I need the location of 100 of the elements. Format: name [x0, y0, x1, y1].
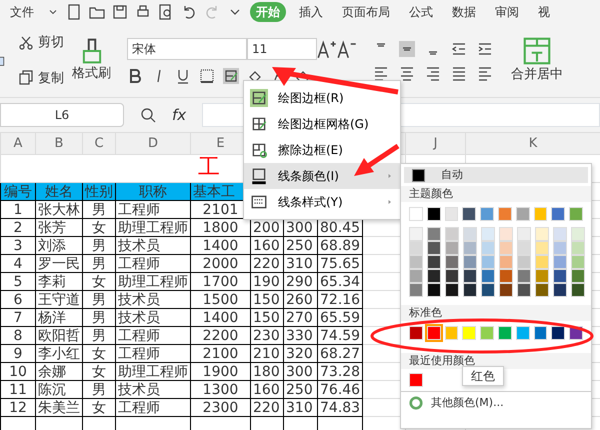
color-swatch[interactable]: [553, 227, 567, 241]
color-swatch[interactable]: [480, 326, 494, 340]
color-swatch[interactable]: [463, 269, 477, 283]
color-swatch[interactable]: [409, 255, 423, 269]
color-swatch[interactable]: [569, 207, 583, 221]
font-grow-icon[interactable]: [317, 38, 337, 58]
column-header[interactable]: J: [406, 132, 466, 154]
color-swatch[interactable]: [445, 283, 459, 297]
fx-button[interactable]: fx: [172, 104, 186, 126]
color-swatch[interactable]: [444, 207, 458, 221]
color-swatch[interactable]: [535, 241, 549, 255]
color-swatch[interactable]: [445, 255, 459, 269]
color-swatch[interactable]: [553, 283, 567, 297]
color-swatch[interactable]: [517, 255, 531, 269]
name-box[interactable]: L6: [0, 103, 124, 127]
color-swatch[interactable]: [571, 269, 585, 283]
color-swatch[interactable]: [498, 207, 512, 221]
color-swatch[interactable]: [409, 373, 423, 387]
color-swatch[interactable]: [409, 227, 423, 241]
color-swatch[interactable]: [427, 269, 441, 283]
color-swatch[interactable]: [517, 269, 531, 283]
color-swatch[interactable]: [409, 241, 423, 255]
color-swatch[interactable]: [499, 241, 513, 255]
border-icon[interactable]: [199, 68, 215, 84]
color-swatch[interactable]: [462, 207, 476, 221]
color-swatch[interactable]: [535, 283, 549, 297]
color-swatch[interactable]: [427, 241, 441, 255]
decrease-indent-icon[interactable]: [451, 40, 467, 56]
color-swatch[interactable]: [534, 326, 548, 340]
color-swatch[interactable]: [571, 255, 585, 269]
color-swatch[interactable]: [553, 241, 567, 255]
ribbon-tab[interactable]: 数据: [446, 2, 482, 22]
color-swatch[interactable]: [481, 241, 495, 255]
ribbon-tab[interactable]: 审阅: [489, 2, 525, 22]
color-swatch[interactable]: [480, 207, 494, 221]
color-swatch[interactable]: [517, 227, 531, 241]
font-shrink-icon[interactable]: [337, 38, 357, 58]
color-swatch[interactable]: [481, 227, 495, 241]
color-swatch[interactable]: [445, 227, 459, 241]
color-swatch[interactable]: [463, 241, 477, 255]
color-swatch[interactable]: [481, 283, 495, 297]
column-header[interactable]: K: [466, 132, 600, 154]
color-swatch[interactable]: [462, 326, 476, 340]
color-swatch[interactable]: [445, 269, 459, 283]
column-header[interactable]: D: [116, 132, 190, 154]
new-file-icon[interactable]: [66, 4, 82, 20]
color-swatch[interactable]: [516, 207, 530, 221]
color-swatch[interactable]: [427, 283, 441, 297]
color-swatch[interactable]: [409, 283, 423, 297]
align-center-icon[interactable]: [399, 64, 415, 80]
color-swatch[interactable]: [427, 227, 441, 241]
justify-icon[interactable]: [451, 64, 467, 80]
color-swatch[interactable]: [551, 326, 566, 340]
ribbon-tab[interactable]: 公式: [403, 2, 439, 22]
ribbon-tab[interactable]: 视: [532, 2, 556, 22]
distribute-icon[interactable]: [477, 64, 493, 80]
color-swatch[interactable]: [427, 255, 441, 269]
format-painter-button[interactable]: 格式刷: [72, 64, 111, 84]
color-swatch[interactable]: [409, 269, 423, 283]
color-swatch[interactable]: [463, 227, 477, 241]
merge-center-button[interactable]: 合并居中: [511, 64, 563, 84]
color-swatch[interactable]: [409, 207, 423, 221]
auto-color-option[interactable]: 自动: [404, 167, 588, 183]
color-swatch[interactable]: [571, 227, 585, 241]
increase-indent-icon[interactable]: [477, 40, 493, 56]
color-swatch[interactable]: [444, 326, 458, 340]
align-middle-icon[interactable]: [399, 40, 415, 56]
cut-button[interactable]: 剪切: [38, 33, 64, 52]
align-right-icon[interactable]: [425, 64, 441, 80]
zoom-icon[interactable]: [140, 107, 156, 123]
column-header[interactable]: A: [0, 132, 36, 154]
merge-cells-icon[interactable]: [523, 36, 551, 65]
color-swatch[interactable]: [498, 326, 512, 340]
color-swatch[interactable]: [553, 269, 567, 283]
color-swatch[interactable]: [551, 207, 566, 221]
color-swatch[interactable]: [445, 241, 459, 255]
color-swatch[interactable]: [553, 255, 567, 269]
color-swatch[interactable]: [426, 326, 441, 340]
color-swatch[interactable]: [571, 283, 585, 297]
ribbon-tab[interactable]: 插入: [293, 2, 329, 22]
color-swatch[interactable]: [499, 269, 513, 283]
color-swatch[interactable]: [535, 269, 549, 283]
color-swatch[interactable]: [517, 241, 531, 255]
color-swatch[interactable]: [426, 207, 441, 221]
color-swatch[interactable]: [534, 207, 548, 221]
color-swatch[interactable]: [463, 283, 477, 297]
color-swatch[interactable]: [499, 227, 513, 241]
menu-item[interactable]: 绘图边框(R): [244, 85, 400, 111]
color-swatch[interactable]: [499, 255, 513, 269]
ribbon-tab[interactable]: 页面布局: [336, 2, 396, 22]
more-colors-option[interactable]: 其他颜色(M)...: [431, 395, 504, 412]
color-swatch[interactable]: [499, 283, 513, 297]
color-swatch[interactable]: [517, 283, 531, 297]
underline-icon[interactable]: [175, 68, 191, 84]
color-swatch[interactable]: [481, 269, 495, 283]
bold-icon[interactable]: [127, 68, 143, 84]
color-swatch[interactable]: [481, 255, 495, 269]
color-swatch[interactable]: [409, 326, 423, 340]
font-name-field[interactable]: 宋体: [127, 38, 247, 60]
color-swatch[interactable]: [535, 227, 549, 241]
